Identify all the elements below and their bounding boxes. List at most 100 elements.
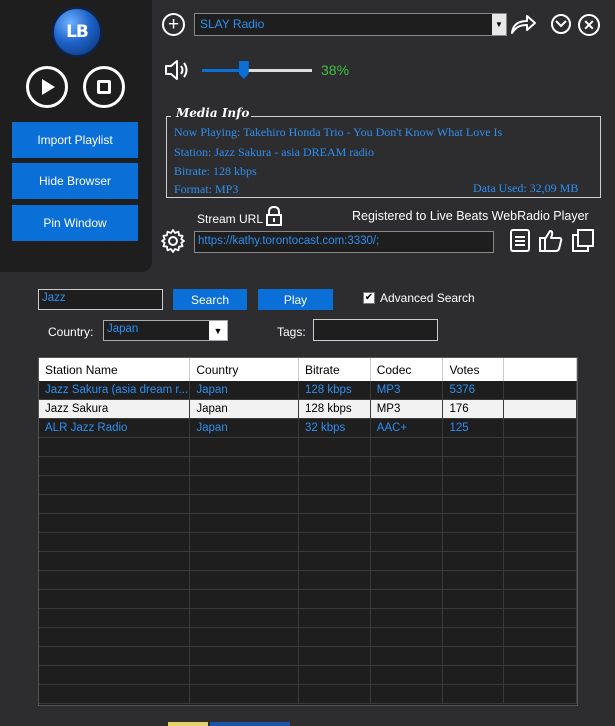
column-header-votes[interactable]: Votes xyxy=(443,358,505,381)
table-row[interactable]: ALR Jazz Radio Japan 32 kbps AAC+ 125 xyxy=(39,419,577,438)
table-cell xyxy=(443,457,505,475)
table-cell xyxy=(39,552,191,570)
table-cell xyxy=(504,590,577,608)
import-playlist-button[interactable]: Import Playlist xyxy=(12,122,138,158)
taskbar-strip-yellow xyxy=(168,722,208,726)
table-body: Jazz Sakura (asia dream r... Japan 128 kbp… xyxy=(39,381,577,704)
table-row-empty[interactable] xyxy=(39,685,577,704)
table-cell xyxy=(39,666,191,684)
table-cell xyxy=(299,533,371,551)
column-header-codec[interactable]: Codec xyxy=(371,358,444,381)
speaker-icon[interactable] xyxy=(163,57,189,83)
table-row-empty[interactable] xyxy=(39,533,577,552)
lock-icon[interactable] xyxy=(265,206,283,226)
table-cell xyxy=(39,628,191,646)
column-header-bitrate[interactable]: Bitrate xyxy=(299,358,371,381)
column-header-country[interactable]: Country xyxy=(190,358,299,381)
registration-text: Registered to Live Beats WebRadio Player xyxy=(352,209,589,223)
stream-url-label: Stream URL xyxy=(197,212,264,226)
column-header-filler xyxy=(504,358,577,381)
table-row-empty[interactable] xyxy=(39,438,577,457)
table-cell xyxy=(371,552,444,570)
table-cell xyxy=(443,438,505,456)
table-cell xyxy=(299,495,371,513)
table-cell xyxy=(504,609,577,627)
table-row[interactable]: Jazz Sakura (asia dream r... Japan 128 kbp… xyxy=(39,381,577,400)
station-table: Station Name Country Bitrate Codec Votes… xyxy=(38,357,578,706)
table-row-empty[interactable] xyxy=(39,628,577,647)
table-cell xyxy=(190,457,299,475)
volume-slider-thumb[interactable] xyxy=(238,61,249,79)
table-cell xyxy=(443,609,505,627)
station-select[interactable]: SLAY Radio ▼ xyxy=(194,13,507,36)
format-text: Format: MP3 xyxy=(174,182,239,196)
table-row-empty[interactable] xyxy=(39,552,577,571)
hide-browser-button[interactable]: Hide Browser xyxy=(12,163,138,199)
table-row-empty[interactable] xyxy=(39,476,577,495)
table-cell xyxy=(371,647,444,665)
table-cell xyxy=(299,609,371,627)
table-cell xyxy=(504,457,577,475)
now-playing-text: Now Playing: Takehiro Honda Trio - You D… xyxy=(174,125,503,139)
data-used-text: Data Used: 32,09 MB xyxy=(473,181,579,195)
table-cell xyxy=(504,476,577,494)
table-cell xyxy=(371,514,444,532)
volume-slider[interactable] xyxy=(202,61,312,79)
station-text: Station: Jazz Sakura - asia DREAM radio xyxy=(174,145,374,159)
table-row-empty[interactable] xyxy=(39,514,577,533)
play-button[interactable] xyxy=(26,66,68,108)
table-cell xyxy=(190,533,299,551)
media-info-title: Media Info xyxy=(174,106,252,120)
table-cell: Japan xyxy=(190,381,299,399)
table-cell xyxy=(190,438,299,456)
tags-input[interactable] xyxy=(313,319,438,341)
column-header-station-name[interactable]: Station Name xyxy=(39,358,191,381)
table-cell xyxy=(443,552,505,570)
play-icon xyxy=(42,79,55,95)
minimize-chevron-icon[interactable] xyxy=(551,14,571,34)
table-cell: 5376 xyxy=(443,381,505,399)
table-row[interactable]: Jazz Sakura Japan 128 kbps MP3 176 xyxy=(39,400,577,419)
table-cell xyxy=(190,647,299,665)
play-station-button[interactable]: Play xyxy=(258,289,333,310)
pin-window-button[interactable]: Pin Window xyxy=(12,205,138,241)
table-cell: 128 kbps xyxy=(299,381,371,399)
table-row-empty[interactable] xyxy=(39,457,577,476)
table-cell: 176 xyxy=(443,400,505,418)
chevron-down-icon[interactable]: ▼ xyxy=(492,14,506,35)
table-row-empty[interactable] xyxy=(39,571,577,590)
thumbs-up-icon[interactable] xyxy=(538,228,564,253)
search-button[interactable]: Search xyxy=(173,289,247,310)
table-cell xyxy=(504,552,577,570)
chevron-down-icon[interactable]: ▼ xyxy=(209,321,227,340)
table-cell xyxy=(443,571,505,589)
table-row-empty[interactable] xyxy=(39,666,577,685)
book-icon[interactable] xyxy=(509,228,531,253)
table-row-empty[interactable] xyxy=(39,495,577,514)
table-row-empty[interactable] xyxy=(39,609,577,628)
table-cell xyxy=(504,419,577,437)
search-input[interactable]: Jazz xyxy=(38,289,163,310)
copy-icon[interactable] xyxy=(570,228,596,253)
table-row-empty[interactable] xyxy=(39,590,577,609)
gear-icon[interactable] xyxy=(160,228,186,254)
table-cell: ALR Jazz Radio xyxy=(39,419,191,437)
volume-percent: 38% xyxy=(321,62,350,78)
stop-button[interactable] xyxy=(83,66,125,108)
country-select[interactable]: Japan ▼ xyxy=(103,320,228,341)
table-cell xyxy=(504,495,577,513)
bitrate-text: Bitrate: 128 kbps xyxy=(174,164,257,178)
table-cell xyxy=(443,647,505,665)
volume-slider-fill xyxy=(202,69,244,72)
table-cell xyxy=(443,666,505,684)
advanced-search-label: Advanced Search xyxy=(380,291,475,305)
share-icon[interactable] xyxy=(509,12,537,36)
stream-url-field[interactable]: https://kathy.torontocast.com:3330/; xyxy=(194,231,494,253)
table-cell xyxy=(371,495,444,513)
table-cell xyxy=(504,533,577,551)
table-cell xyxy=(371,457,444,475)
plus-icon[interactable]: + xyxy=(162,13,185,36)
table-row-empty[interactable] xyxy=(39,647,577,666)
close-icon[interactable]: ✕ xyxy=(578,14,600,36)
advanced-search-checkbox[interactable]: ✔ xyxy=(363,292,375,304)
